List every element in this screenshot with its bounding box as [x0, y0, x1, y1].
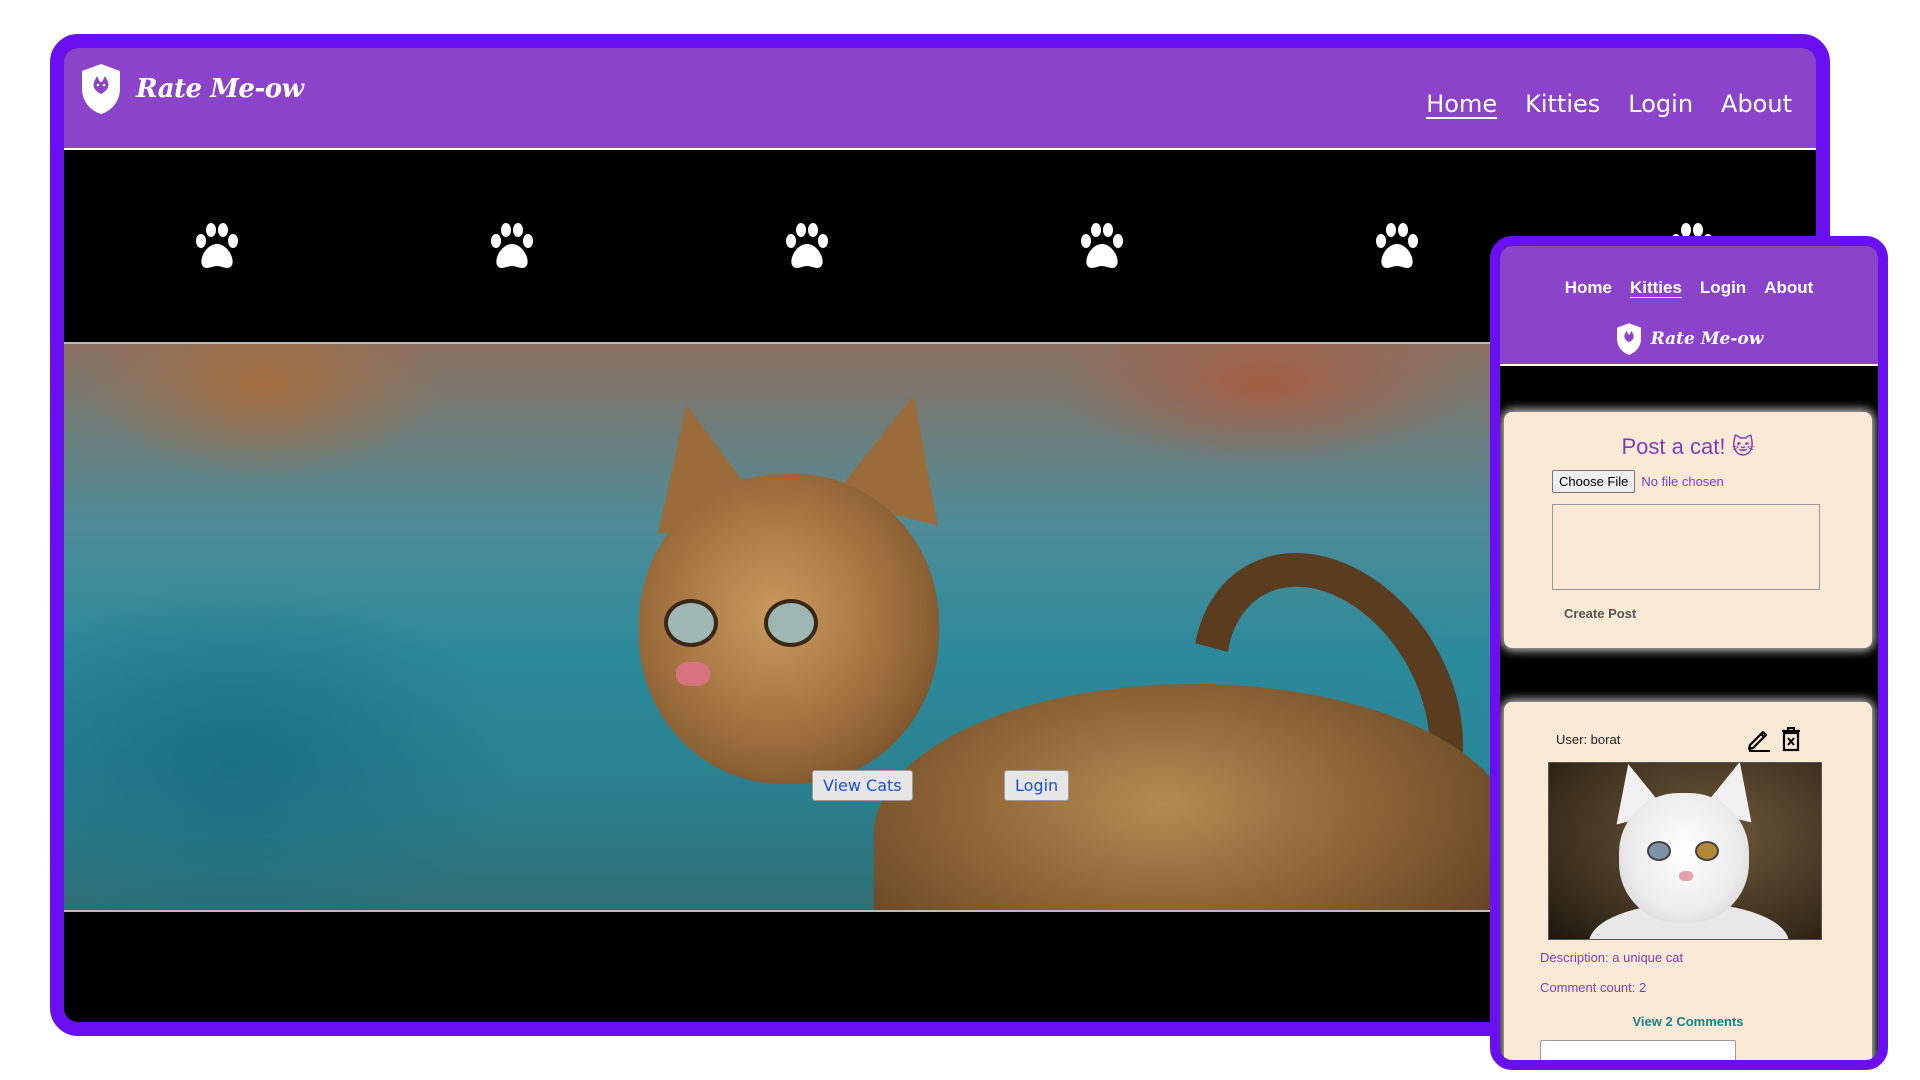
nav-kitties[interactable]: Kitties [1525, 90, 1600, 118]
paw-icon [784, 222, 830, 272]
white-cat-eye [1647, 841, 1671, 861]
desktop-header: Rate Me-ow Home Kitties Login About [64, 48, 1816, 150]
post-description-textarea[interactable] [1552, 504, 1820, 590]
cat-post-image [1548, 762, 1822, 940]
paw-icon [1079, 222, 1125, 272]
post-description: Description: a unique cat [1540, 950, 1684, 965]
nav-login[interactable]: Login [1700, 278, 1746, 298]
paw-icon [194, 222, 240, 272]
file-status: No file chosen [1641, 474, 1724, 489]
cat-post-card: User: borat Description: a unique cat Co… [1504, 702, 1872, 1060]
mobile-logo[interactable]: Rate Me-ow [1500, 322, 1878, 356]
nav-home[interactable]: Home [1426, 90, 1497, 118]
file-picker: Choose File No file chosen [1552, 470, 1724, 493]
paw-icon [489, 222, 535, 272]
view-comments-link[interactable]: View 2 Comments [1504, 1014, 1872, 1029]
nav-kitties[interactable]: Kitties [1630, 278, 1682, 298]
nav-about[interactable]: About [1721, 90, 1792, 118]
desktop-logo[interactable]: Rate Me-ow [80, 62, 304, 116]
comment-input[interactable] [1540, 1040, 1736, 1060]
nav-home[interactable]: Home [1565, 278, 1612, 298]
paw-icon [1374, 222, 1420, 272]
nav-login[interactable]: Login [1628, 90, 1693, 118]
view-cats-button[interactable]: View Cats [812, 770, 913, 801]
mobile-view: Home Kitties Login About Rate Me-ow Post… [1490, 236, 1888, 1070]
create-post-button[interactable]: Create Post [1564, 606, 1636, 621]
white-cat-head [1619, 793, 1749, 923]
trash-icon[interactable] [1780, 726, 1802, 752]
hero-cat-eye [764, 599, 818, 647]
white-cat-eye [1695, 841, 1719, 861]
post-form-title: Post a cat! 🐱 [1621, 434, 1755, 459]
post-cat-form: Post a cat! 🐱 Choose File No file chosen… [1504, 412, 1872, 648]
post-user: User: borat [1556, 732, 1621, 747]
shield-cat-logo-icon [1616, 323, 1641, 355]
hero-login-button[interactable]: Login [1004, 770, 1070, 801]
nav-about[interactable]: About [1764, 278, 1813, 298]
edit-pencil-icon[interactable] [1746, 726, 1772, 752]
mobile-nav: Home Kitties Login About [1500, 278, 1878, 298]
hero-cat-nose [676, 662, 710, 686]
mobile-header: Home Kitties Login About Rate Me-ow [1500, 246, 1878, 366]
white-cat-nose [1679, 871, 1693, 881]
hero-cat-eye [664, 599, 718, 647]
choose-file-button[interactable]: Choose File [1552, 470, 1636, 493]
brand-name: Rate Me-ow [136, 74, 304, 104]
desktop-nav: Home Kitties Login About [1426, 90, 1792, 118]
shield-cat-logo-icon [82, 64, 120, 114]
brand-name: Rate Me-ow [1650, 329, 1764, 349]
comment-count: Comment count: 2 [1540, 980, 1647, 995]
